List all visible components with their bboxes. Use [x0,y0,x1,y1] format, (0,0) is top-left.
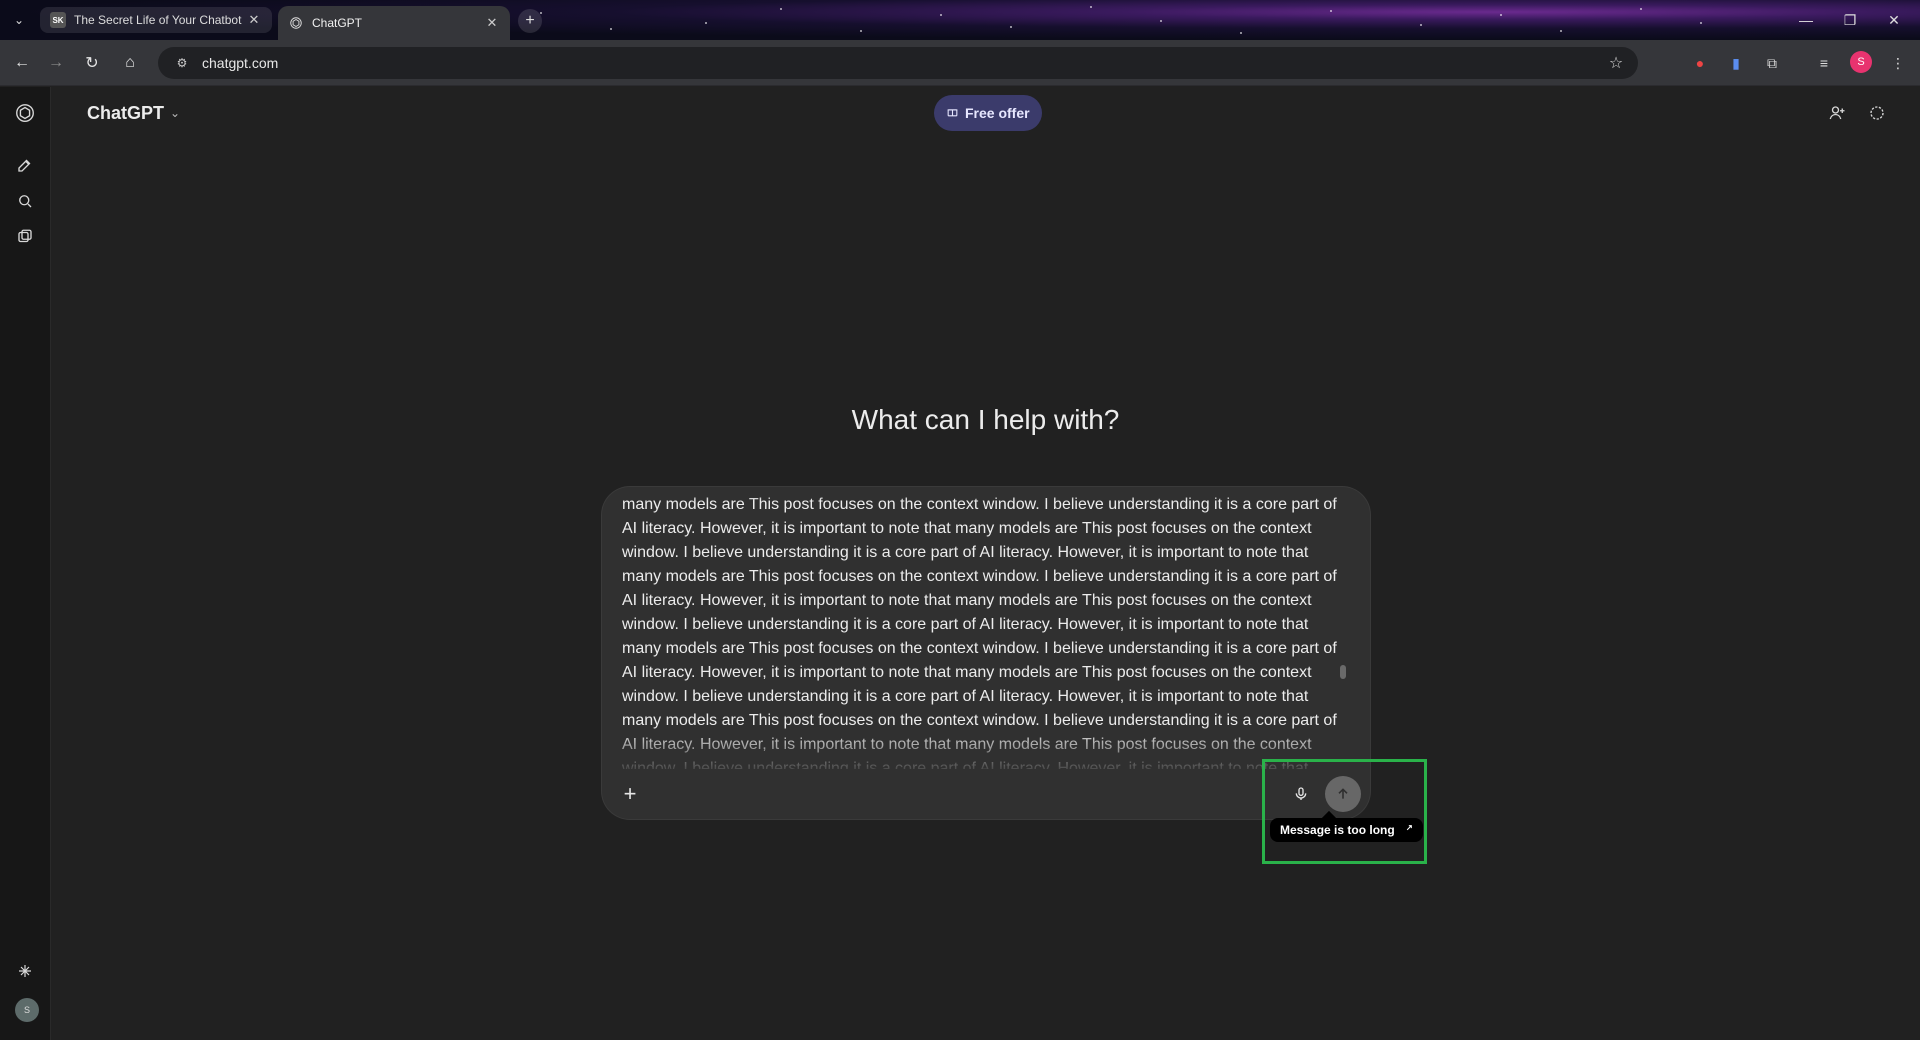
composer-line: AI literacy. However, it is important to… [622,736,1312,753]
composer-scrollbar[interactable] [1340,665,1346,679]
tab-chatgpt[interactable]: ChatGPT ✕ [278,6,510,40]
browser-tab-bar: ⌄ SK The Secret Life of Your Chatbot ✕ C… [0,0,1920,40]
site-info-icon[interactable]: ⚙ [170,51,194,75]
share-user-icon[interactable] [1825,101,1849,125]
free-offer-button[interactable]: Free offer [934,95,1042,131]
browser-profile-avatar[interactable]: S [1850,51,1872,73]
add-attachment-button[interactable]: + [614,778,646,810]
close-window-icon[interactable]: ✕ [1874,8,1914,32]
composer-line: many models are This post focuses on the… [622,712,1337,729]
composer-line: window. I believe understanding it is a … [622,616,1309,633]
tab-favicon: SK [50,12,66,28]
composer-line: many models are This post focuses on the… [622,568,1337,585]
message-too-long-tooltip: Message is too long [1270,810,1423,842]
bookmark-star-icon[interactable]: ☆ [1604,51,1628,75]
tab-title: The Secret Life of Your Chatbot [74,13,242,27]
search-icon[interactable] [13,189,37,213]
model-name: ChatGPT [87,102,165,123]
composer-line: AI literacy. However, it is important to… [622,664,1312,681]
extensions-puzzle-icon[interactable]: ⧉ [1760,51,1784,75]
home-icon[interactable]: ⌂ [118,51,142,75]
minimize-icon[interactable]: — [1786,8,1826,32]
openai-logo-icon [288,15,304,31]
new-chat-icon[interactable] [13,153,37,177]
external-link-icon [1403,823,1413,837]
sidebar-rail [0,87,51,1040]
composer-line: AI literacy. However, it is important to… [622,592,1312,609]
url-text: chatgpt.com [202,55,279,71]
annotation-highlight-box [1262,759,1427,864]
message-composer[interactable]: many models are This post focuses on the… [602,487,1370,819]
close-icon[interactable]: ✕ [246,12,262,28]
composer-line: window. I believe understanding it is a … [622,760,1309,769]
extension-icon[interactable]: ● [1688,51,1712,75]
composer-line: window. I believe understanding it is a … [622,544,1309,561]
composer-line: many models are This post focuses on the… [622,640,1337,657]
composer-line: many models are This post focuses on the… [622,496,1337,513]
composer-line: AI literacy. However, it is important to… [622,520,1312,537]
tab-search-button[interactable]: ⌄ [8,10,30,30]
composer-line: window. I believe understanding it is a … [622,688,1309,705]
upgrade-sparkle-icon[interactable] [13,959,37,983]
browser-menu-icon[interactable]: ⋮ [1886,51,1910,75]
model-selector[interactable]: ChatGPT ⌄ [87,101,180,125]
reload-icon[interactable]: ↻ [80,51,104,75]
browser-toolbar: ← → ↻ ⌂ ⚙ chatgpt.com ☆ ● ▮ ⧉ ≡ ⋮ [0,40,1920,86]
restore-icon[interactable]: ❐ [1830,8,1870,32]
gift-icon [946,105,959,121]
openai-logo-icon[interactable] [13,101,37,125]
media-controls-icon[interactable]: ≡ [1812,51,1836,75]
tab-secret-life[interactable]: SK The Secret Life of Your Chatbot ✕ [40,7,272,33]
forward-icon[interactable]: → [44,51,68,75]
back-icon[interactable]: ← [10,51,34,75]
docs-extension-icon[interactable]: ▮ [1724,51,1748,75]
free-offer-label: Free offer [965,105,1030,121]
close-icon[interactable]: ✕ [484,15,500,31]
tab-title: ChatGPT [312,16,363,30]
library-icon[interactable] [13,225,37,249]
message-input[interactable]: many models are This post focuses on the… [622,487,1350,769]
temporary-chat-icon[interactable] [1865,101,1889,125]
user-avatar[interactable]: S [15,998,39,1022]
page-title: What can I help with? [851,404,1120,435]
chevron-down-icon: ⌄ [170,106,181,120]
address-bar[interactable]: ⚙ chatgpt.com ☆ [158,47,1638,79]
tooltip-text: Message is too long [1280,823,1395,837]
new-tab-button[interactable]: + [518,9,542,33]
